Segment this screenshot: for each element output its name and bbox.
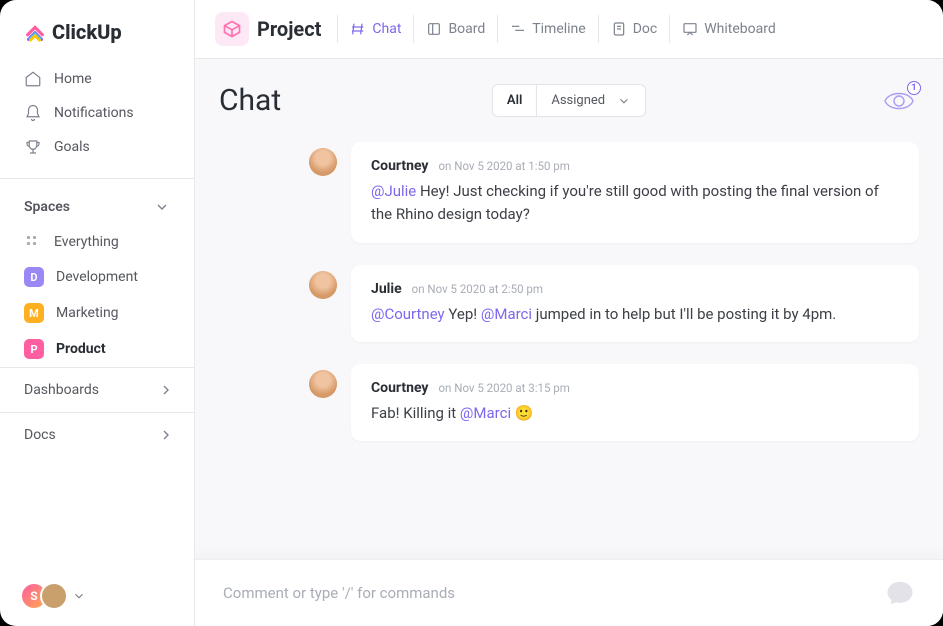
message-bubble: Julie on Nov 5 2020 at 2:50 pm @Courtney… [351,265,919,342]
mention[interactable]: @Marci [460,404,511,422]
mention[interactable]: @Courtney [371,305,445,323]
nav-goals[interactable]: Goals [0,130,194,164]
nav-label: Goals [54,139,90,155]
spaces-label: Spaces [24,199,70,215]
message-body: @Julie Hey! Just checking if you're stil… [371,180,899,227]
brand-name: ClickUp [52,20,122,44]
space-label: Product [56,341,106,357]
composer[interactable]: Comment or type '/' for commands [195,559,943,626]
chevron-down-icon [72,589,86,603]
tab-icon [426,21,442,37]
watchers-button[interactable]: 1 [879,85,919,117]
filter-assigned[interactable]: Assigned [536,85,645,116]
sidebar: ClickUp Home Notifications Goals Spaces [0,0,195,626]
chevron-right-icon [158,382,174,398]
grid-icon [24,233,42,251]
user-switcher[interactable]: S [0,566,194,626]
mention[interactable]: @Julie [371,182,416,200]
message-author: Courtney [371,380,428,396]
brand[interactable]: ClickUp [0,0,194,58]
sidebar-space[interactable]: M Marketing [0,295,194,331]
page-title: Chat [219,83,281,118]
avatar [309,271,337,299]
bottom-label: Dashboards [24,382,99,398]
filter-all[interactable]: All [493,85,536,116]
tab-label: Doc [633,21,658,37]
space-badge: M [24,303,44,323]
project-title: Project [257,17,321,41]
content-header: Chat All Assigned 1 [219,83,919,118]
bell-icon [24,104,42,122]
tab-icon [510,21,526,37]
tab-label: Board [448,21,485,37]
emoji: 🙂 [515,404,534,422]
message: Courtney on Nov 5 2020 at 3:15 pm Fab! K… [309,364,919,441]
tab[interactable]: Whiteboard [669,15,788,43]
message-time: on Nov 5 2020 at 3:15 pm [438,381,569,395]
avatar [40,582,68,610]
space-label: Development [56,269,138,285]
message-author: Courtney [371,158,428,174]
message-list: Courtney on Nov 5 2020 at 1:50 pm @Julie… [219,118,919,559]
message: Julie on Nov 5 2020 at 2:50 pm @Courtney… [309,265,919,342]
message-time: on Nov 5 2020 at 1:50 pm [438,159,569,173]
message-body: Fab! Killing it @Marci 🙂 [371,402,899,425]
message-time: on Nov 5 2020 at 2:50 pm [412,282,543,296]
sidebar-space[interactable]: D Development [0,259,194,295]
message-author: Julie [371,281,402,297]
avatar [309,370,337,398]
chevron-down-icon [154,199,170,215]
tab-label: Whiteboard [704,21,776,37]
project-icon [215,12,249,46]
sidebar-space[interactable]: P Product [0,331,194,367]
topbar: Project Chat Board Timeline Doc Whiteboard [195,0,943,59]
sidebar-bottom-item[interactable]: Dashboards [0,367,194,412]
tab-label: Timeline [532,21,585,37]
tab[interactable]: Chat [337,15,413,43]
main-nav: Home Notifications Goals [0,58,194,168]
tab-icon [350,21,366,37]
comment-icon [885,578,915,608]
tab-icon [682,21,698,37]
nav-label: Home [54,71,92,87]
tab[interactable]: Timeline [497,15,597,43]
nav-notifications[interactable]: Notifications [0,96,194,130]
tab[interactable]: Doc [598,15,670,43]
space-label: Marketing [56,305,119,321]
chevron-right-icon [158,427,174,443]
message-body: @Courtney Yep! @Marci jumped in to help … [371,303,899,326]
space-label: Everything [54,234,119,250]
message-bubble: Courtney on Nov 5 2020 at 1:50 pm @Julie… [351,142,919,243]
composer-placeholder: Comment or type '/' for commands [223,584,455,602]
filter-group: All Assigned [492,84,646,117]
tab-icon [611,21,627,37]
bottom-label: Docs [24,427,56,443]
mention[interactable]: @Marci [481,305,532,323]
avatar [309,148,337,176]
space-badge: D [24,267,44,287]
watchers-count: 1 [907,81,921,95]
main: Project Chat Board Timeline Doc Whiteboard C… [195,0,943,626]
message-bubble: Courtney on Nov 5 2020 at 3:15 pm Fab! K… [351,364,919,441]
space-badge: P [24,339,44,359]
trophy-icon [24,138,42,156]
home-icon [24,70,42,88]
tab[interactable]: Board [413,15,497,43]
content: Chat All Assigned 1 [195,59,943,626]
sidebar-item-everything[interactable]: Everything [0,225,194,259]
chevron-down-icon [617,94,631,108]
nav-home[interactable]: Home [0,62,194,96]
spaces-header[interactable]: Spaces [0,178,194,225]
nav-label: Notifications [54,105,134,121]
logo-icon [24,21,46,43]
tab-label: Chat [372,21,401,37]
sidebar-bottom-item[interactable]: Docs [0,412,194,457]
message: Courtney on Nov 5 2020 at 1:50 pm @Julie… [309,142,919,243]
